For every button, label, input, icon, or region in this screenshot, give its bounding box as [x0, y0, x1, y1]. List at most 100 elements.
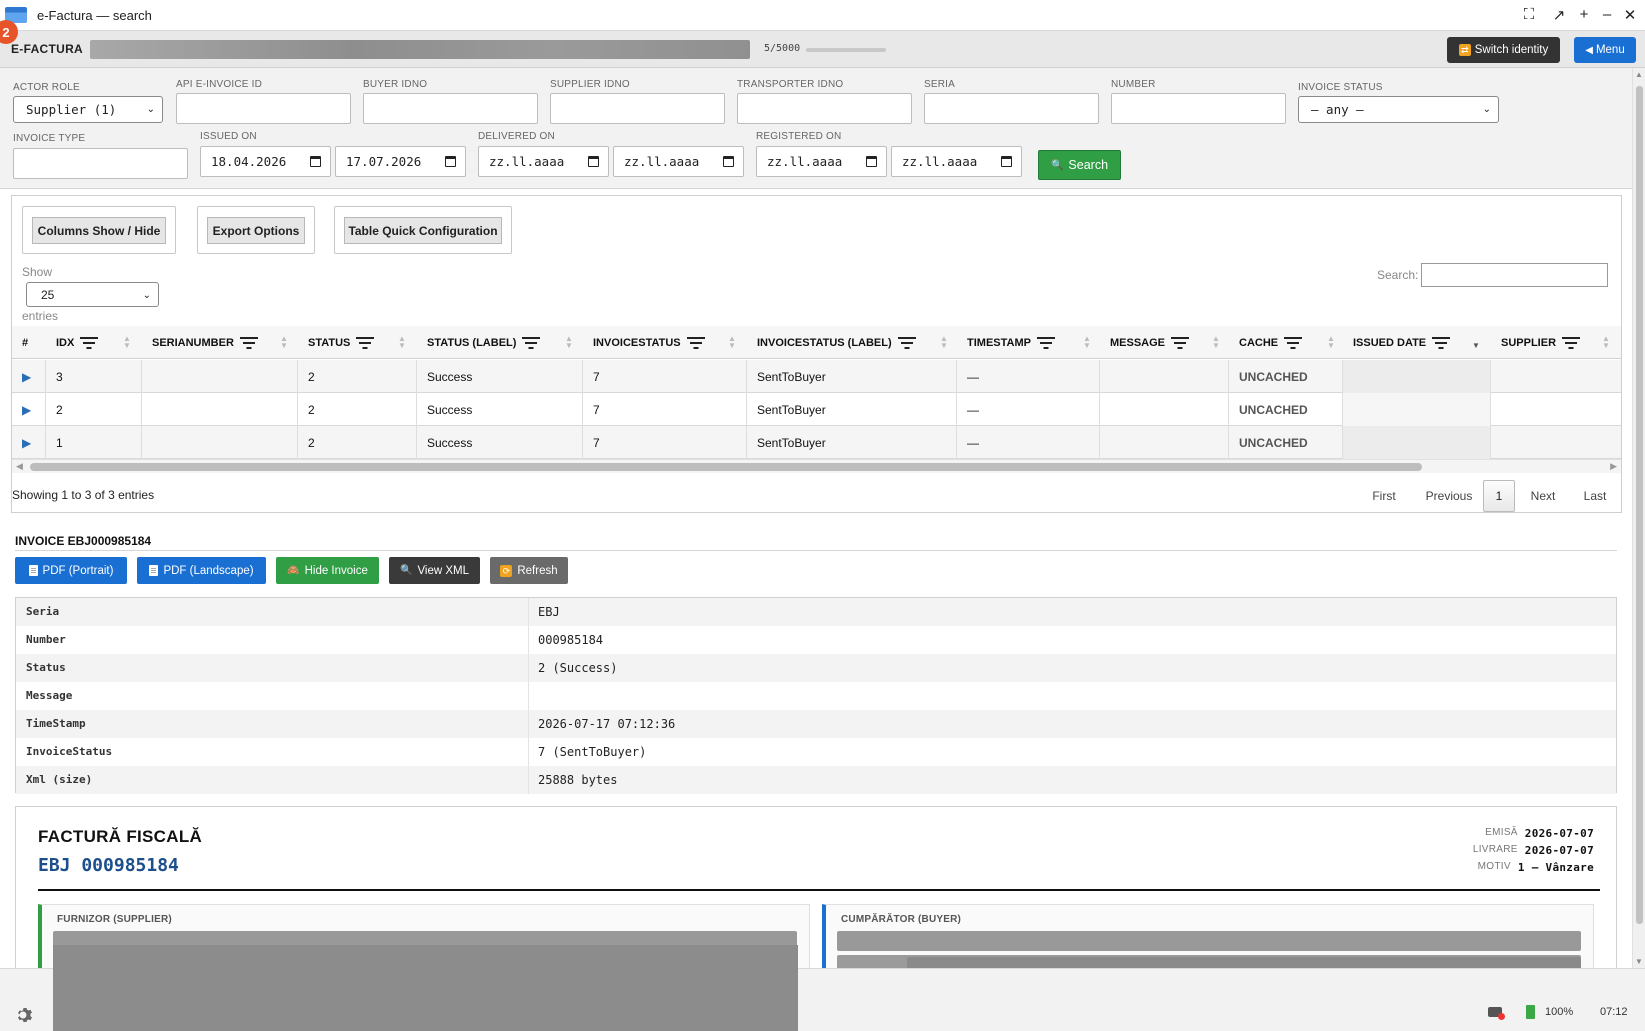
filter-icon[interactable]: [356, 337, 375, 349]
scroll-right-icon[interactable]: ▶: [1610, 461, 1617, 472]
sort-icon[interactable]: ▲ ▼: [280, 335, 288, 350]
menu-button[interactable]: ◀ Menu: [1574, 37, 1636, 63]
column-header-issued-date[interactable]: ISSUED DATE: [1353, 337, 1451, 349]
filter-icon[interactable]: [80, 337, 99, 349]
page-size-select[interactable]: 25 ⌄: [26, 282, 159, 307]
column-header-idx[interactable]: IDX: [56, 337, 99, 349]
column-header-status-label[interactable]: STATUS (LABEL): [427, 337, 541, 349]
calendar-icon[interactable]: [445, 156, 456, 167]
calendar-icon[interactable]: [310, 156, 321, 167]
sort-icon[interactable]: ▲ ▼: [123, 335, 131, 350]
export-options-button[interactable]: Export Options: [207, 217, 305, 244]
scrollbar-thumb[interactable]: [30, 463, 1422, 471]
calendar-icon[interactable]: [866, 156, 877, 167]
pdf-landscape-button[interactable]: PDF (Landscape): [137, 557, 266, 584]
sort-icon[interactable]: ▲ ▼: [1083, 335, 1091, 350]
row-expander[interactable]: ▶: [12, 393, 46, 426]
sort-icon[interactable]: ▲ ▼: [1602, 335, 1610, 350]
scroll-up-icon[interactable]: ▲: [1635, 70, 1643, 79]
column-header-status[interactable]: STATUS: [308, 337, 375, 349]
table-row[interactable]: ▶ 2 2 Success 7 SentToBuyer — UNCACHED: [12, 393, 1621, 426]
table-search-input[interactable]: [1421, 263, 1608, 287]
filter-icon[interactable]: [686, 337, 705, 349]
sort-icon[interactable]: ▲ ▼: [1327, 335, 1335, 350]
view-xml-button[interactable]: 🔍 View XML: [389, 557, 480, 584]
api-invoice-id-input[interactable]: [176, 93, 351, 124]
registered-on-from-input[interactable]: zz.ll.aaaa: [756, 146, 887, 177]
supplier-idno-input[interactable]: [550, 93, 725, 124]
filter-icon[interactable]: [897, 337, 916, 349]
scrollbar-thumb[interactable]: [1636, 86, 1643, 924]
invoice-type-input[interactable]: [13, 148, 188, 179]
filter-icon[interactable]: [1171, 337, 1190, 349]
table-row[interactable]: ▶ 1 2 Success 7 SentToBuyer — UNCACHED: [12, 426, 1621, 459]
sort-icon[interactable]: ▲ ▼: [565, 335, 573, 350]
pager-last[interactable]: Last: [1572, 480, 1618, 512]
network-disconnected-icon[interactable]: [1488, 1007, 1505, 1020]
filter-icon[interactable]: [239, 337, 258, 349]
gear-icon[interactable]: [15, 1005, 35, 1025]
buyer-idno-input[interactable]: [363, 93, 538, 124]
issued-on-to-value: 17.07.2026: [346, 154, 422, 169]
column-header-message[interactable]: MESSAGE: [1110, 337, 1190, 349]
fullscreen-icon[interactable]: ⛶: [1520, 6, 1538, 23]
filter-icon[interactable]: [1562, 337, 1581, 349]
scroll-down-icon[interactable]: ▼: [1635, 957, 1643, 966]
columns-show-hide-button[interactable]: Columns Show / Hide: [32, 217, 166, 244]
sort-desc-icon[interactable]: ▼: [1472, 335, 1480, 350]
pdf-portrait-button[interactable]: PDF (Portrait): [15, 557, 127, 584]
column-header-serianumber[interactable]: SERIANUMBER: [152, 337, 258, 349]
minimize-icon[interactable]: –: [1598, 6, 1616, 23]
table-horizontal-scrollbar[interactable]: ◀ ▶: [12, 459, 1621, 473]
sort-icon[interactable]: ▲ ▼: [398, 335, 406, 350]
sort-icon[interactable]: ▲ ▼: [728, 335, 736, 350]
table-row[interactable]: ▶ 3 2 Success 7 SentToBuyer — UNCACHED: [12, 360, 1621, 393]
cell-serianumber: [142, 393, 298, 426]
popout-icon[interactable]: ↗: [1550, 6, 1568, 24]
invoice-status-select[interactable]: — any — ⌄: [1298, 96, 1499, 123]
column-header-invoicestatus[interactable]: INVOICESTATUS: [593, 337, 705, 349]
close-icon[interactable]: ✕: [1621, 6, 1639, 24]
issued-on-from-input[interactable]: 18.04.2026: [200, 146, 331, 177]
filter-icon[interactable]: [1036, 337, 1055, 349]
pager-first[interactable]: First: [1360, 480, 1408, 512]
sort-icon[interactable]: ▲ ▼: [1212, 335, 1220, 350]
registered-on-to-input[interactable]: zz.ll.aaaa: [891, 146, 1022, 177]
actor-role-select[interactable]: Supplier (1) ⌄: [13, 96, 163, 123]
refresh-label: Refresh: [517, 564, 558, 577]
pager-previous[interactable]: Previous: [1414, 480, 1484, 512]
calendar-icon[interactable]: [588, 156, 599, 167]
sort-icon[interactable]: ▲ ▼: [940, 335, 948, 350]
pager-page-1[interactable]: 1: [1483, 480, 1515, 512]
row-expander[interactable]: ▶: [12, 360, 46, 393]
delivered-on-to-input[interactable]: zz.ll.aaaa: [613, 146, 744, 177]
search-button[interactable]: 🔍 Search: [1038, 150, 1121, 180]
page-vertical-scrollbar[interactable]: ▲ ▼: [1632, 68, 1645, 968]
seria-input[interactable]: [924, 93, 1099, 124]
filter-icon[interactable]: [1284, 337, 1303, 349]
switch-identity-button[interactable]: ⇄ Switch identity: [1447, 37, 1560, 63]
column-header-supplier[interactable]: SUPPLIER: [1501, 337, 1581, 349]
cell-status: 2: [298, 393, 417, 426]
cell-status-label: Success: [417, 360, 583, 393]
scroll-left-icon[interactable]: ◀: [16, 461, 23, 472]
hide-invoice-button[interactable]: 🙈 Hide Invoice: [276, 557, 379, 584]
column-header-cache[interactable]: CACHE: [1239, 337, 1303, 349]
column-header-hash[interactable]: #: [22, 337, 28, 349]
refresh-button[interactable]: ⟳ Refresh: [490, 557, 568, 584]
column-header-invoicestatus-label[interactable]: INVOICESTATUS (LABEL): [757, 337, 916, 349]
cell-status-label: Success: [417, 393, 583, 426]
calendar-icon[interactable]: [723, 156, 734, 167]
delivered-on-from-input[interactable]: zz.ll.aaaa: [478, 146, 609, 177]
calendar-icon[interactable]: [1001, 156, 1012, 167]
filter-icon[interactable]: [1432, 337, 1451, 349]
pager-next[interactable]: Next: [1520, 480, 1566, 512]
filter-icon[interactable]: [522, 337, 541, 349]
transporter-idno-input[interactable]: [737, 93, 912, 124]
row-expander[interactable]: ▶: [12, 426, 46, 459]
number-input[interactable]: [1111, 93, 1286, 124]
maximize-icon[interactable]: +: [1575, 6, 1593, 23]
table-quick-configuration-button[interactable]: Table Quick Configuration: [344, 217, 502, 244]
column-header-timestamp[interactable]: TIMESTAMP: [967, 337, 1055, 349]
issued-on-to-input[interactable]: 17.07.2026: [335, 146, 466, 177]
